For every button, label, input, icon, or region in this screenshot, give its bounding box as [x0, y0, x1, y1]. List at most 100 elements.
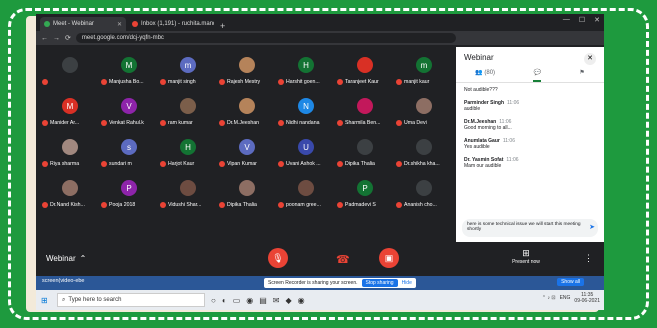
- mic-muted-icon: [160, 202, 166, 208]
- tray-icons[interactable]: ⌃ ♪ ⊡: [542, 295, 556, 301]
- avatar: [62, 57, 78, 73]
- present-icon: ⊞: [522, 248, 530, 258]
- participant-tile[interactable]: Sharmila Ben...: [333, 94, 389, 128]
- send-icon[interactable]: ➤: [589, 223, 595, 231]
- participant-tile[interactable]: Dr.shikha kha...: [392, 135, 448, 169]
- participant-tile[interactable]: V Vipan Kumar: [215, 135, 271, 169]
- close-tab-icon[interactable]: ✕: [117, 21, 122, 28]
- minimize-icon[interactable]: —: [563, 16, 570, 24]
- participant-name: Manjusha Bo...: [101, 79, 151, 85]
- participant-name: Vipan Kumar: [219, 161, 269, 167]
- participant-tile[interactable]: M Manider Ar...: [38, 94, 94, 128]
- stop-sharing-button[interactable]: Stop sharing: [361, 279, 398, 287]
- participant-label: Venkat Rahul.k: [109, 120, 144, 126]
- participant-name: manjit kaur: [396, 79, 446, 85]
- participant-name: Padmadevi S: [337, 202, 387, 208]
- avatar: m: [416, 57, 432, 73]
- reload-icon[interactable]: ⟳: [65, 34, 71, 42]
- tab-favicon-icon: [44, 21, 50, 27]
- participant-tile[interactable]: ram kumar: [156, 94, 212, 128]
- mic-off-icon[interactable]: 🎙: [268, 248, 288, 268]
- back-icon[interactable]: ←: [41, 35, 48, 42]
- participant-tile[interactable]: s sundari m: [97, 135, 153, 169]
- close-icon[interactable]: ✕: [584, 53, 596, 65]
- show-all-button[interactable]: Show all: [557, 278, 584, 286]
- participant-tile[interactable]: m manjit kaur: [392, 53, 448, 87]
- participant-name: Riya sharma: [42, 161, 92, 167]
- participant-name: Dr.M.Jeeshan: [219, 120, 269, 126]
- app-icon[interactable]: ◆: [286, 296, 292, 305]
- avatar: M: [121, 57, 137, 73]
- tab-activities[interactable]: ⚑: [579, 69, 584, 82]
- store-icon[interactable]: ▤: [259, 296, 267, 305]
- chat-input[interactable]: here is some technical issue we will sta…: [462, 219, 598, 237]
- edge-icon[interactable]: ◐: [222, 296, 227, 305]
- camera-off-icon[interactable]: ▣: [379, 248, 399, 268]
- browser-tab[interactable]: Meet - Webinar ✕: [40, 17, 126, 31]
- participant-name: Taranjeet Kaur: [337, 79, 387, 85]
- hide-button[interactable]: Hide: [402, 280, 412, 286]
- participant-label: Manjusha Bo...: [109, 79, 144, 85]
- participant-name: [42, 79, 92, 85]
- mic-muted-icon: [278, 202, 284, 208]
- tab-people[interactable]: 👥 (80): [475, 69, 495, 82]
- participant-tile[interactable]: Riya sharma: [38, 135, 94, 169]
- language-indicator[interactable]: ENG: [560, 295, 571, 301]
- participant-tile[interactable]: M Manjusha Bo...: [97, 53, 153, 87]
- avatar: M: [62, 98, 78, 114]
- participant-tile[interactable]: P Pooja 2018: [97, 176, 153, 210]
- mail-icon[interactable]: ✉: [273, 296, 280, 305]
- mic-muted-icon: [337, 79, 343, 85]
- participant-label: sundari m: [109, 161, 132, 167]
- participant-tile[interactable]: H Harshit goen...: [274, 53, 330, 87]
- participant-tile[interactable]: Dr.M.Jeeshan: [215, 94, 271, 128]
- participant-tile[interactable]: N Nidhi nandana: [274, 94, 330, 128]
- message-text: audible: [464, 106, 481, 112]
- url-field[interactable]: meet.google.com/dcj-yqfn-mbc: [75, 33, 456, 43]
- participant-tile[interactable]: Rajesh Mestry: [215, 53, 271, 87]
- participant-tile[interactable]: m manjit singh: [156, 53, 212, 87]
- mic-muted-icon: [101, 202, 107, 208]
- participant-tile[interactable]: Taranjeet Kaur: [333, 53, 389, 87]
- participant-tile[interactable]: P Padmadevi S: [333, 176, 389, 210]
- new-tab-button[interactable]: +: [216, 21, 229, 31]
- download-item[interactable]: screen(video-ebe: [42, 278, 85, 284]
- participant-tile[interactable]: Vidushi Shar...: [156, 176, 212, 210]
- mic-muted-icon: [219, 120, 225, 126]
- chat-draft: here is some technical issue we will sta…: [467, 222, 581, 232]
- participant-tile[interactable]: U Uvani Ashok ...: [274, 135, 330, 169]
- maximize-icon[interactable]: ☐: [579, 16, 585, 24]
- participant-tile[interactable]: [38, 53, 94, 87]
- task-view-icon[interactable]: ○: [211, 296, 216, 305]
- participant-tile[interactable]: V Venkat Rahul.k: [97, 94, 153, 128]
- browser-tab[interactable]: Inbox (1,191) - ruchita.mandli...✕: [128, 17, 214, 31]
- participant-label: Riya sharma: [50, 161, 80, 167]
- chrome-icon[interactable]: ◉: [246, 296, 253, 305]
- windows-start-icon[interactable]: ⊞: [41, 296, 53, 305]
- participant-tile[interactable]: Dipika Thalia: [333, 135, 389, 169]
- participant-tile[interactable]: Dipika Thalia: [215, 176, 271, 210]
- clock[interactable]: 11:35 09-06-2021: [574, 292, 600, 304]
- participant-tile[interactable]: Uma Devi: [392, 94, 448, 128]
- file-explorer-icon[interactable]: ▭: [233, 296, 241, 305]
- participant-label: Dr.shikha kha...: [404, 161, 440, 167]
- participant-label: Harshit goen...: [286, 79, 320, 85]
- participant-tile[interactable]: poonam gree...: [274, 176, 330, 210]
- participant-tile[interactable]: Dr.Nand Kish...: [38, 176, 94, 210]
- mic-muted-icon: [219, 202, 225, 208]
- tab-chat[interactable]: 💬: [533, 69, 541, 82]
- participant-tile[interactable]: Ananish cho...: [392, 176, 448, 210]
- participant-tile[interactable]: H Harjot Kaur: [156, 135, 212, 169]
- close-icon[interactable]: ✕: [594, 16, 600, 24]
- forward-icon[interactable]: →: [53, 35, 60, 42]
- more-options-icon[interactable]: ⋮: [584, 253, 593, 264]
- taskbar-search[interactable]: ⌕ Type here to search: [57, 293, 205, 307]
- hangup-icon[interactable]: ☎: [336, 253, 350, 266]
- present-now-button[interactable]: ⊞ Present now: [506, 248, 546, 265]
- meeting-name[interactable]: Webinar ⌃: [46, 254, 86, 263]
- avatar: V: [239, 139, 255, 155]
- chrome-icon[interactable]: ◉: [298, 296, 305, 305]
- participant-name: sundari m: [101, 161, 151, 167]
- avatar: P: [357, 180, 373, 196]
- avatar: [239, 180, 255, 196]
